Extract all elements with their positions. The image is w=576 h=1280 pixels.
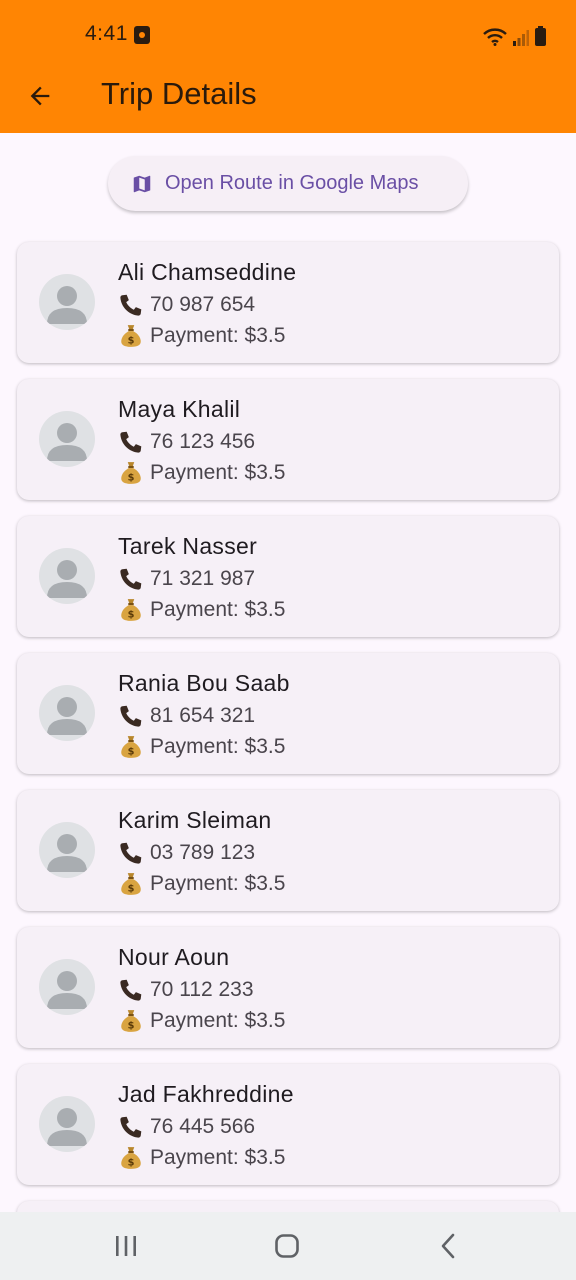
passenger-card[interactable]: Ali Chamseddine 70 987 654 $ Payment: $3… bbox=[17, 242, 559, 363]
svg-text:$: $ bbox=[128, 336, 135, 347]
passenger-card[interactable]: Nour Aoun 70 112 233 $ Payment: $3.5 bbox=[17, 927, 559, 1048]
phone-row: 76 123 456 bbox=[118, 428, 255, 456]
money-bag-icon: $ bbox=[121, 599, 141, 621]
map-icon bbox=[133, 175, 151, 192]
phone-row: 81 654 321 bbox=[118, 702, 255, 730]
avatar bbox=[39, 1096, 95, 1152]
passenger-name: Tarek Nasser bbox=[118, 533, 258, 559]
money-bag-icon: $ bbox=[121, 873, 141, 895]
passenger-card[interactable]: Rania Bou Saab 81 654 321 $ Payment: $3.… bbox=[17, 653, 559, 774]
phone-number: 81 654 321 bbox=[150, 704, 256, 727]
payment-row: $ Payment: $3.5 bbox=[118, 1007, 285, 1035]
payment-text: Payment: $3.5 bbox=[150, 324, 286, 347]
phone-number: 71 321 987 bbox=[150, 567, 256, 590]
passenger-name: Ali Chamseddine bbox=[118, 259, 297, 285]
payment-text: Payment: $3.5 bbox=[150, 1146, 286, 1169]
phone-row: 76 445 566 bbox=[118, 1113, 255, 1141]
recent-apps-button[interactable] bbox=[96, 1226, 156, 1266]
payment-text: Payment: $3.5 bbox=[150, 872, 286, 895]
person-placeholder-icon bbox=[47, 1108, 87, 1146]
back-nav-button[interactable] bbox=[418, 1226, 478, 1266]
maps-button-label: Open Route in Google Maps bbox=[165, 172, 419, 194]
money-bag-icon: $ bbox=[121, 325, 141, 347]
notification-app-icon bbox=[134, 26, 150, 44]
svg-text:$: $ bbox=[128, 1021, 135, 1032]
person-placeholder-icon bbox=[47, 560, 87, 598]
telephone-receiver-icon bbox=[120, 568, 142, 590]
phone-number: 76 123 456 bbox=[150, 430, 256, 453]
wifi-icon bbox=[483, 28, 507, 46]
phone-number: 70 112 233 bbox=[150, 978, 254, 1001]
back-button[interactable] bbox=[18, 74, 62, 118]
home-icon bbox=[275, 1234, 299, 1258]
svg-text:$: $ bbox=[128, 884, 135, 895]
passenger-name: Nour Aoun bbox=[118, 944, 230, 970]
payment-row: $ Payment: $3.5 bbox=[118, 870, 285, 898]
open-route-google-maps-button[interactable]: Open Route in Google Maps bbox=[108, 156, 468, 211]
person-placeholder-icon bbox=[47, 971, 87, 1009]
avatar bbox=[39, 959, 95, 1015]
passenger-card[interactable]: Karim Sleiman 03 789 123 $ Payment: $3.5 bbox=[17, 790, 559, 911]
svg-text:$: $ bbox=[128, 610, 135, 621]
payment-row: $ Payment: $3.5 bbox=[118, 596, 285, 624]
avatar bbox=[39, 411, 95, 467]
app-bar: 4:41 Trip Details bbox=[0, 0, 576, 133]
passenger-card[interactable]: Tarek Nasser 71 321 987 $ Payment: $3.5 bbox=[17, 516, 559, 637]
money-bag-icon: $ bbox=[121, 1010, 141, 1032]
chevron-left-icon bbox=[441, 1233, 455, 1259]
telephone-receiver-icon bbox=[120, 979, 142, 1001]
telephone-receiver-icon bbox=[120, 842, 142, 864]
person-placeholder-icon bbox=[47, 834, 87, 872]
passenger-name: Karim Sleiman bbox=[118, 807, 272, 833]
phone-row: 70 987 654 bbox=[118, 291, 255, 319]
passenger-card[interactable]: Jad Fakhreddine 76 445 566 $ Payment: $3… bbox=[17, 1064, 559, 1185]
status-icons bbox=[483, 24, 546, 46]
payment-text: Payment: $3.5 bbox=[150, 461, 286, 484]
payment-row: $ Payment: $3.5 bbox=[118, 733, 285, 761]
passenger-card[interactable]: Maya Khalil 76 123 456 $ Payment: $3.5 bbox=[17, 379, 559, 500]
phone-number: 03 789 123 bbox=[150, 841, 256, 864]
payment-text: Payment: $3.5 bbox=[150, 1009, 286, 1032]
passenger-name: Jad Fakhreddine bbox=[118, 1081, 294, 1107]
svg-text:$: $ bbox=[128, 1158, 135, 1169]
phone-number: 70 987 654 bbox=[150, 293, 256, 316]
battery-icon bbox=[535, 26, 546, 46]
arrow-left-icon bbox=[30, 86, 50, 106]
telephone-receiver-icon bbox=[120, 431, 142, 453]
person-placeholder-icon bbox=[47, 286, 87, 324]
phone-row: 03 789 123 bbox=[118, 839, 255, 867]
payment-row: $ Payment: $3.5 bbox=[118, 1144, 285, 1172]
money-bag-icon: $ bbox=[121, 1147, 141, 1169]
avatar bbox=[39, 274, 95, 330]
payment-row: $ Payment: $3.5 bbox=[118, 459, 285, 487]
signal-icon bbox=[513, 30, 529, 46]
passenger-name: Maya Khalil bbox=[118, 396, 241, 422]
phone-row: 70 112 233 bbox=[118, 976, 254, 1004]
status-time: 4:41 bbox=[85, 22, 128, 45]
avatar bbox=[39, 548, 95, 604]
money-bag-icon: $ bbox=[121, 462, 141, 484]
avatar bbox=[39, 822, 95, 878]
payment-text: Payment: $3.5 bbox=[150, 735, 286, 758]
recent-apps-icon bbox=[116, 1236, 136, 1256]
phone-number: 76 445 566 bbox=[150, 1115, 256, 1138]
system-navigation-bar bbox=[0, 1212, 576, 1280]
svg-text:$: $ bbox=[128, 747, 135, 758]
person-placeholder-icon bbox=[47, 423, 87, 461]
telephone-receiver-icon bbox=[120, 705, 142, 727]
person-placeholder-icon bbox=[47, 697, 87, 735]
money-bag-icon: $ bbox=[121, 736, 141, 758]
phone-row: 71 321 987 bbox=[118, 565, 255, 593]
svg-text:$: $ bbox=[128, 473, 135, 484]
page-title: Trip Details bbox=[101, 76, 257, 111]
avatar bbox=[39, 685, 95, 741]
payment-row: $ Payment: $3.5 bbox=[118, 322, 285, 350]
payment-text: Payment: $3.5 bbox=[150, 598, 286, 621]
status-bar: 4:41 bbox=[0, 0, 576, 66]
home-button[interactable] bbox=[257, 1226, 317, 1266]
telephone-receiver-icon bbox=[120, 294, 142, 316]
passenger-name: Rania Bou Saab bbox=[118, 670, 290, 696]
telephone-receiver-icon bbox=[120, 1116, 142, 1138]
